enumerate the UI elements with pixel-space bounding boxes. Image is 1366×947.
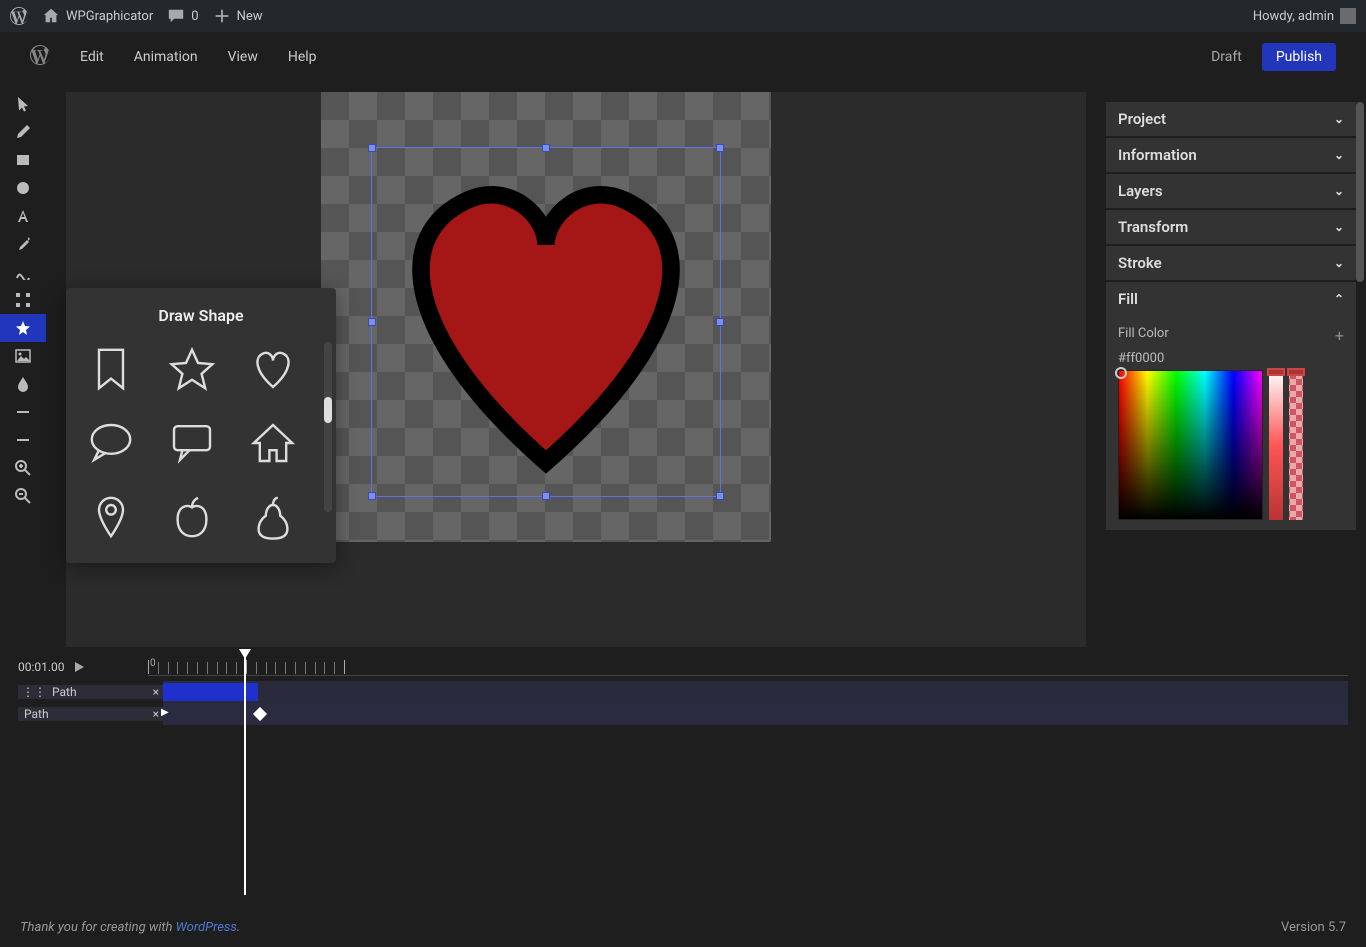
minus-tool[interactable] bbox=[0, 398, 46, 426]
shape-pin[interactable] bbox=[80, 489, 143, 545]
zoom-in-tool[interactable] bbox=[0, 454, 46, 482]
menu-help[interactable]: Help bbox=[288, 49, 317, 65]
version-label: Version 5.7 bbox=[1281, 920, 1346, 935]
minus2-tool[interactable] bbox=[0, 426, 46, 454]
chevron-down-icon: ⌄ bbox=[1334, 256, 1344, 270]
keyframe[interactable] bbox=[253, 707, 267, 721]
track-body-prop[interactable]: ▶ bbox=[163, 703, 1348, 725]
menu-view[interactable]: View bbox=[228, 49, 258, 65]
shape-pear[interactable] bbox=[241, 489, 304, 545]
eyedropper-tool[interactable] bbox=[0, 230, 46, 258]
zoom-out-tool[interactable] bbox=[0, 482, 46, 510]
panel-stroke[interactable]: Stroke⌄ bbox=[1106, 246, 1356, 280]
text-tool[interactable] bbox=[0, 202, 46, 230]
menu-animation[interactable]: Animation bbox=[134, 49, 198, 65]
new-label: New bbox=[237, 9, 263, 24]
shape-chat-rect[interactable] bbox=[161, 415, 224, 471]
menu-edit[interactable]: Edit bbox=[80, 49, 104, 65]
main-scrollbar[interactable] bbox=[1356, 102, 1364, 602]
ruler-zero: 0 bbox=[150, 658, 156, 669]
fill-color-value[interactable]: #ff0000 bbox=[1118, 351, 1344, 366]
new-link[interactable]: New bbox=[213, 7, 263, 25]
track-group-path[interactable]: ⋮⋮Path × bbox=[18, 685, 163, 699]
playhead[interactable] bbox=[244, 655, 246, 895]
panel-layers[interactable]: Layers⌄ bbox=[1106, 174, 1356, 208]
shape-star[interactable] bbox=[161, 341, 224, 397]
pencil-tool[interactable] bbox=[0, 118, 46, 146]
home-link[interactable]: WPGraphicator bbox=[42, 7, 153, 25]
account-link[interactable]: Howdy, admin bbox=[1253, 8, 1356, 24]
hue-slider[interactable] bbox=[1269, 370, 1283, 520]
chevron-down-icon: ⌄ bbox=[1334, 148, 1344, 162]
app-menu-bar: Edit Animation View Help Draft Publish bbox=[0, 32, 1366, 82]
shape-popup: Draw Shape bbox=[66, 288, 336, 563]
color-picker bbox=[1118, 370, 1344, 520]
image-tool[interactable] bbox=[0, 342, 46, 370]
avatar bbox=[1340, 8, 1356, 24]
shape-bookmark[interactable] bbox=[80, 341, 143, 397]
heart-shape[interactable] bbox=[371, 147, 721, 497]
greeting: Howdy, admin bbox=[1253, 9, 1334, 24]
shape-speech-bubble[interactable] bbox=[80, 415, 143, 471]
app-logo-icon[interactable] bbox=[30, 45, 50, 69]
chevron-up-icon: ⌃ bbox=[1334, 292, 1344, 306]
comments-count: 0 bbox=[191, 9, 198, 24]
color-cursor[interactable] bbox=[1115, 367, 1127, 379]
tool-toolbar bbox=[0, 82, 46, 647]
track-prop-path[interactable]: Path × bbox=[18, 707, 163, 721]
wp-logo-icon[interactable] bbox=[10, 7, 28, 25]
rect-tool[interactable] bbox=[0, 146, 46, 174]
drop-tool[interactable] bbox=[0, 370, 46, 398]
publish-button[interactable]: Publish bbox=[1262, 43, 1336, 71]
track-start-caret[interactable]: ▶ bbox=[161, 707, 169, 718]
home-icon bbox=[42, 7, 60, 25]
color-field[interactable] bbox=[1118, 370, 1263, 520]
wordpress-link[interactable]: WordPress bbox=[176, 920, 237, 935]
add-fill-icon[interactable]: + bbox=[1335, 326, 1344, 345]
close-track-icon[interactable]: × bbox=[153, 707, 159, 721]
plus-icon bbox=[213, 7, 231, 25]
main-scrollbar-thumb[interactable] bbox=[1356, 102, 1364, 282]
chevron-down-icon: ⌄ bbox=[1334, 112, 1344, 126]
alpha-slider[interactable] bbox=[1289, 370, 1303, 520]
chevron-down-icon: ⌄ bbox=[1334, 184, 1344, 198]
properties-panel: Project⌄ Information⌄ Layers⌄ Transform⌄… bbox=[1096, 82, 1366, 647]
canvas-stage bbox=[321, 92, 771, 542]
play-icon[interactable] bbox=[73, 661, 85, 673]
panel-information[interactable]: Information⌄ bbox=[1106, 138, 1356, 172]
site-name: WPGraphicator bbox=[66, 9, 153, 24]
track-body-group[interactable] bbox=[163, 681, 1348, 703]
chevron-down-icon: ⌄ bbox=[1334, 220, 1344, 234]
timeline-ruler[interactable]: 0 bbox=[148, 658, 1348, 676]
transform-tool[interactable] bbox=[0, 286, 46, 314]
current-time: 00:01.00 bbox=[18, 660, 65, 674]
shape-tool[interactable] bbox=[0, 314, 46, 342]
hue-handle[interactable] bbox=[1267, 368, 1285, 376]
shape-heart[interactable] bbox=[241, 341, 304, 397]
shape-scrollbar[interactable] bbox=[324, 342, 332, 512]
draft-button[interactable]: Draft bbox=[1211, 49, 1242, 65]
shape-popup-title: Draw Shape bbox=[80, 306, 322, 325]
select-tool[interactable] bbox=[0, 90, 46, 118]
wp-admin-bar: WPGraphicator 0 New Howdy, admin bbox=[0, 0, 1366, 32]
circle-tool[interactable] bbox=[0, 174, 46, 202]
comments-link[interactable]: 0 bbox=[167, 7, 198, 25]
alpha-handle[interactable] bbox=[1287, 368, 1305, 376]
panel-fill[interactable]: Fill⌃ bbox=[1106, 282, 1356, 316]
drag-handle-icon[interactable]: ⋮⋮ bbox=[22, 685, 46, 699]
shape-scrollbar-thumb[interactable] bbox=[324, 397, 332, 423]
footer: Thank you for creating with WordPress. V… bbox=[0, 907, 1366, 947]
timeline: 00:01.00 0 ⋮⋮Path × Path × bbox=[0, 647, 1366, 907]
footer-thanks: Thank you for creating with bbox=[20, 920, 176, 935]
close-track-icon[interactable]: × bbox=[153, 685, 159, 699]
path-tool[interactable] bbox=[0, 258, 46, 286]
shape-apple[interactable] bbox=[161, 489, 224, 545]
panel-transform[interactable]: Transform⌄ bbox=[1106, 210, 1356, 244]
comment-icon bbox=[167, 7, 185, 25]
panel-project[interactable]: Project⌄ bbox=[1106, 102, 1356, 136]
fill-color-label: Fill Color bbox=[1118, 326, 1169, 345]
shape-house[interactable] bbox=[241, 415, 304, 471]
